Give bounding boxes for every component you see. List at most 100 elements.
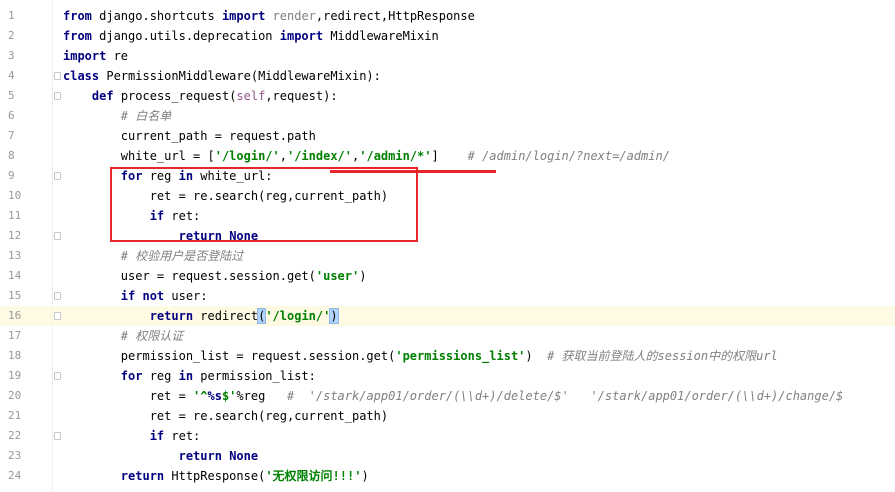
token-p: user = request.session.get(	[63, 269, 316, 283]
code-line[interactable]: 22 if ret:	[0, 426, 895, 446]
token-str: 'user'	[315, 269, 360, 283]
line-number: 7	[8, 129, 15, 142]
code-text[interactable]: current_path = request.path	[63, 126, 316, 146]
code-text[interactable]: # 权限认证	[63, 326, 183, 346]
token-str: 'permissions_list'	[395, 349, 526, 363]
line-number: 2	[8, 29, 15, 42]
token-p: white_url = [	[63, 149, 215, 163]
token-p: user:	[164, 289, 208, 303]
token-p: %reg	[236, 389, 287, 403]
line-number: 12	[8, 229, 22, 242]
code-line[interactable]: 20 ret = '^%s$'%reg # '/stark/app01/orde…	[0, 386, 895, 406]
token-p	[63, 449, 179, 463]
code-text[interactable]: white_url = ['/login/','/index/','/admin…	[63, 146, 670, 166]
fold-icon[interactable]	[54, 292, 61, 300]
fold-icon[interactable]	[54, 372, 61, 380]
token-p: ret:	[164, 429, 201, 443]
code-text[interactable]: permission_list = request.session.get('p…	[63, 346, 778, 366]
token-p	[63, 249, 121, 263]
token-p: permission_list:	[193, 369, 316, 383]
token-match: )	[329, 308, 339, 324]
line-number: 24	[8, 469, 22, 482]
token-p	[63, 89, 92, 103]
code-line[interactable]: 21 ret = re.search(reg,current_path)	[0, 406, 895, 426]
token-cm: # 权限认证	[120, 329, 184, 343]
token-self: self	[236, 89, 266, 103]
code-text[interactable]: ret = re.search(reg,current_path)	[63, 406, 388, 426]
code-text[interactable]: def process_request(self,request):	[63, 86, 338, 106]
token-str: '/login/'	[214, 149, 280, 163]
code-line[interactable]: 3 import re	[0, 46, 895, 66]
token-kw: def	[91, 89, 114, 103]
code-text[interactable]: for reg in permission_list:	[63, 366, 316, 386]
code-line[interactable]: 24 return HttpResponse('无权限访问!!!')	[0, 466, 895, 486]
token-kw: return	[178, 449, 222, 463]
code-text[interactable]: if ret:	[63, 426, 201, 446]
current-code-line[interactable]: 16 return redirect('/login/')	[0, 306, 895, 326]
code-text[interactable]: return None	[63, 446, 259, 466]
code-text[interactable]: import re	[63, 46, 128, 66]
token-kw: import	[279, 29, 324, 43]
code-line[interactable]: 14 user = request.session.get('user')	[0, 266, 895, 286]
line-number: 23	[8, 449, 22, 462]
token-kw: if	[149, 429, 165, 443]
token-cm: # /admin/login/?next=/admin/	[467, 149, 670, 163]
line-number: 1	[8, 9, 15, 22]
text-caret	[337, 308, 339, 323]
code-line[interactable]: 7 current_path = request.path	[0, 126, 895, 146]
code-text[interactable]: ret = '^%s$'%reg # '/stark/app01/order/(…	[63, 386, 844, 406]
code-line[interactable]: 8 white_url = ['/login/','/index/','/adm…	[0, 146, 895, 166]
line-number: 3	[8, 49, 15, 62]
token-p: ret =	[63, 389, 194, 403]
code-text[interactable]: return HttpResponse('无权限访问!!!')	[63, 466, 369, 486]
token-p: MiddlewareMixin	[323, 29, 439, 43]
token-p: django.utils.deprecation	[91, 29, 280, 43]
line-number: 5	[8, 89, 15, 102]
code-text[interactable]: class PermissionMiddleware(MiddlewareMix…	[63, 66, 381, 86]
line-number: 10	[8, 189, 22, 202]
fold-icon[interactable]	[54, 432, 61, 440]
token-kw: from	[63, 29, 92, 43]
code-line[interactable]: 15 if not user:	[0, 286, 895, 306]
code-line[interactable]: 19 for reg in permission_list:	[0, 366, 895, 386]
code-line[interactable]: 1 from django.shortcuts import render,red…	[0, 6, 895, 26]
code-line[interactable]: 5 def process_request(self,request):	[0, 86, 895, 106]
fold-icon[interactable]	[54, 92, 61, 100]
token-p	[265, 9, 272, 23]
token-p: ]	[431, 149, 468, 163]
line-number: 20	[8, 389, 22, 402]
line-number: 6	[8, 109, 15, 122]
code-text[interactable]: # 白名单	[63, 106, 171, 126]
code-line[interactable]: 13 # 校验用户是否登陆过	[0, 246, 895, 266]
fold-icon[interactable]	[54, 232, 61, 240]
line-number: 4	[8, 69, 15, 82]
line-number: 16	[8, 309, 22, 322]
code-text[interactable]: if not user:	[63, 286, 208, 306]
code-line[interactable]: 18 permission_list = request.session.get…	[0, 346, 895, 366]
token-kw: import	[221, 9, 266, 23]
token-unused: render	[272, 9, 316, 23]
line-number: 13	[8, 249, 22, 262]
code-line[interactable]: 17 # 权限认证	[0, 326, 895, 346]
token-str: '/login/'	[265, 309, 331, 323]
code-text[interactable]: from django.utils.deprecation import Mid…	[63, 26, 439, 46]
line-number: 14	[8, 269, 22, 282]
token-kw: import	[63, 49, 107, 63]
code-line[interactable]: 23 return None	[0, 446, 895, 466]
fold-icon[interactable]	[54, 72, 61, 80]
code-editor[interactable]: 1 from django.shortcuts import render,red…	[0, 0, 895, 492]
code-line[interactable]: 6 # 白名单	[0, 106, 895, 126]
code-text[interactable]: from django.shortcuts import render,redi…	[63, 6, 475, 26]
code-text[interactable]: user = request.session.get('user')	[63, 266, 367, 286]
line-number: 8	[8, 149, 15, 162]
fold-icon[interactable]	[54, 312, 61, 320]
token-fmt: %s	[207, 389, 222, 403]
code-text[interactable]: # 校验用户是否登陆过	[63, 246, 243, 266]
token-kw: in	[178, 369, 194, 383]
fold-icon[interactable]	[54, 172, 61, 180]
code-text[interactable]: return redirect('/login/')	[63, 306, 339, 326]
code-line[interactable]: 4 class PermissionMiddleware(MiddlewareMi…	[0, 66, 895, 86]
token-p	[63, 469, 121, 483]
code-line[interactable]: 2 from django.utils.deprecation import Mi…	[0, 26, 895, 46]
token-p: reg	[142, 369, 179, 383]
